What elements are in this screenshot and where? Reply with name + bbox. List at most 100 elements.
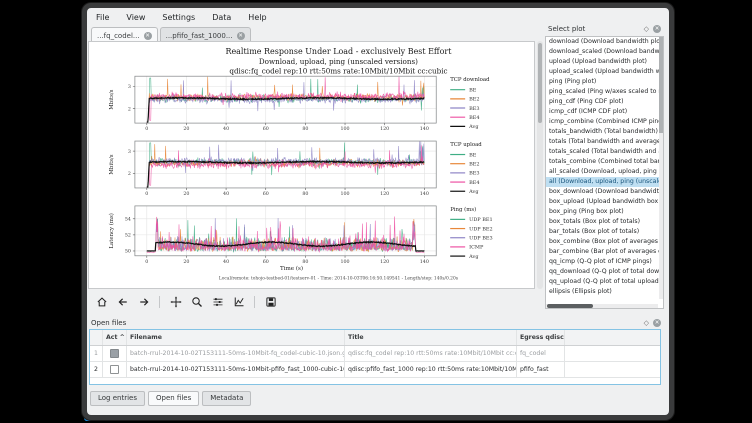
svg-text:BE4: BE4 <box>469 180 479 186</box>
plot-list-item-totals[interactable]: totals (Total bandwidth and average ping… <box>546 137 663 147</box>
menu-item-data[interactable]: Data <box>210 12 233 23</box>
svg-text:Avg: Avg <box>468 254 479 260</box>
menu-item-settings[interactable]: Settings <box>160 12 197 23</box>
active-checkbox[interactable] <box>110 365 119 374</box>
svg-text:BE3: BE3 <box>469 171 479 177</box>
plot-list-item-ellipsis[interactable]: ellipsis (Ellipsis plot) <box>546 287 663 297</box>
svg-text:100: 100 <box>340 259 349 265</box>
svg-text:BE: BE <box>469 152 477 158</box>
svg-text:Realtime Response Under Load -: Realtime Response Under Load - exclusive… <box>225 47 452 56</box>
svg-text:BE2: BE2 <box>469 161 479 167</box>
undock-icon[interactable]: ◇ <box>644 25 649 33</box>
select-plot-hscrollbar-thumb[interactable] <box>547 304 593 308</box>
svg-text:0: 0 <box>145 191 148 197</box>
col-header-egress[interactable]: Egress qdisc <box>517 330 565 345</box>
plot-scrollbar-thumb[interactable] <box>538 43 542 123</box>
toolbar-save-button[interactable] <box>262 295 279 310</box>
plot-list-item-box_totals[interactable]: box_totals (Box plot of totals) <box>546 217 663 227</box>
title-cell: qdisc:fq_codel rep:10 rtt:50ms rate:10Mb… <box>345 346 517 361</box>
tab-close-icon[interactable]: ✕ <box>144 32 152 40</box>
plot-list-item-upload_scaled[interactable]: upload_scaled (Upload bandwidth w/axes s… <box>546 67 663 77</box>
svg-text:Local/remote: tohojo-testbed-0: Local/remote: tohojo-testbed-01/testserv… <box>219 277 459 282</box>
toolbar-pan-button[interactable] <box>167 295 184 310</box>
undock-icon[interactable]: ◇ <box>644 319 649 327</box>
svg-text:100: 100 <box>340 126 349 132</box>
open-files-header: Open files ◇ ✕ <box>87 316 665 329</box>
plot-list-item-totals_combine[interactable]: totals_combine (Combined total bandwidth… <box>546 157 663 167</box>
plot-list-item-ping_cdf[interactable]: ping_cdf (Ping CDF plot) <box>546 97 663 107</box>
customize-icon <box>233 296 245 308</box>
open-files-row-1[interactable]: 1batch-rrul-2014-10-02T153111-50ms-10Mbi… <box>90 346 660 362</box>
svg-text:BE2: BE2 <box>469 97 479 103</box>
menu-item-help[interactable]: Help <box>246 12 268 23</box>
svg-text:Mbits/s: Mbits/s <box>109 89 115 109</box>
plot-list-item-totals_bandwidth[interactable]: totals_bandwidth (Total bandwidth) <box>546 127 663 137</box>
svg-text:20: 20 <box>183 259 189 265</box>
bottom-tab-open-files[interactable]: Open files <box>148 391 199 406</box>
bottom-tab-metadata[interactable]: Metadata <box>202 391 251 406</box>
close-icon[interactable]: ✕ <box>653 25 661 33</box>
plot-list-item-bar_combine[interactable]: bar_combine (Bar plot of averages of sev… <box>546 247 663 257</box>
plot-list-item-upload[interactable]: upload (Upload bandwidth plot) <box>546 57 663 67</box>
svg-text:20: 20 <box>183 126 189 132</box>
plot-toolbar <box>93 293 279 311</box>
pan-icon <box>170 296 182 308</box>
zoom-icon <box>191 296 203 308</box>
plot-list-item-icmp_cdf[interactable]: icmp_cdf (ICMP CDF plot) <box>546 107 663 117</box>
select-plot-vscrollbar-thumb[interactable] <box>659 37 663 133</box>
toolbar-subplots-button[interactable] <box>209 295 226 310</box>
plot-list-item-box_combine[interactable]: box_combine (Box plot of averages of sev… <box>546 237 663 247</box>
plot-list-item-box_download[interactable]: box_download (Download bandwidth box plo… <box>546 187 663 197</box>
subplot-2: 020406080100120140505254Latency (ms)Ping… <box>108 206 493 265</box>
plot-figure: Realtime Response Under Load - exclusive… <box>89 42 534 288</box>
plot-list-item-all[interactable]: all (Download, upload, ping (unscaled ve… <box>546 177 663 187</box>
select-plot-hscrollbar[interactable] <box>546 304 658 308</box>
plot-list-item-qq_icmp[interactable]: qq_icmp (Q-Q plot of ICMP pings) <box>546 257 663 267</box>
svg-text:BE4: BE4 <box>469 115 479 121</box>
toolbar-back-button[interactable] <box>114 295 131 310</box>
svg-text:60: 60 <box>263 191 269 197</box>
plot-scrollbar[interactable] <box>537 41 543 289</box>
toolbar-home-button[interactable] <box>93 295 110 310</box>
tab-close-icon[interactable]: ✕ <box>237 32 245 40</box>
col-header-filename[interactable]: Filename <box>127 330 345 345</box>
bottom-tab-log-entries[interactable]: Log entries <box>90 391 145 406</box>
svg-text:UDP BE3: UDP BE3 <box>469 236 493 242</box>
forward-icon <box>138 296 150 308</box>
open-files-row-2[interactable]: 2 batch-rrul-2014-10-02T153111-50ms-10Mbi… <box>90 362 660 378</box>
plot-list-item-icmp_combine[interactable]: icmp_combine (Combined ICMP ping plot) <box>546 117 663 127</box>
plot-list-item-box_ping[interactable]: box_ping (Ping box plot) <box>546 207 663 217</box>
plot-list-item-totals_scaled[interactable]: totals_scaled (Total bandwidth and avera… <box>546 147 663 157</box>
plot-list-item-box_upload[interactable]: box_upload (Upload bandwidth box plot) <box>546 197 663 207</box>
menu-item-file[interactable]: File <box>94 12 111 23</box>
svg-text:54: 54 <box>125 216 131 222</box>
plot-list-item-ping[interactable]: ping (Ping plot) <box>546 77 663 87</box>
row-number: 1 <box>90 346 103 361</box>
plot-list-item-qq_download[interactable]: qq_download (Q-Q plot of total download … <box>546 267 663 277</box>
plot-list-item-download[interactable]: download (Download bandwidth plot) <box>546 37 663 47</box>
col-header-act[interactable]: Act ^ <box>103 330 127 345</box>
svg-text:120: 120 <box>380 191 389 197</box>
active-checkbox[interactable] <box>110 349 119 358</box>
filename-cell: batch-rrul-2014-10-02T153111-50ms-10Mbit… <box>127 362 345 377</box>
app-window: FileViewSettingsDataHelp ...fq_codel...✕… <box>82 3 674 420</box>
menu-item-view[interactable]: View <box>124 12 147 23</box>
svg-text:140: 140 <box>420 259 429 265</box>
toolbar-forward-button[interactable] <box>135 295 152 310</box>
close-icon[interactable]: ✕ <box>653 319 661 327</box>
toolbar-zoom-button[interactable] <box>188 295 205 310</box>
plot-list-item-all_scaled[interactable]: all_scaled (Download, upload, ping (scal… <box>546 167 663 177</box>
plot-list-item-bar_totals[interactable]: bar_totals (Box plot of totals) <box>546 227 663 237</box>
plot-list-item-qq_upload[interactable]: qq_upload (Q-Q plot of total upload band… <box>546 277 663 287</box>
row-number: 2 <box>90 362 103 377</box>
subplot-1: 02040608010012014023Mbits/sTCP uploadBEB… <box>109 141 482 197</box>
plot-list-item-ping_scaled[interactable]: ping_scaled (Ping w/axes scaled to remov… <box>546 87 663 97</box>
toolbar-customize-button[interactable] <box>230 295 247 310</box>
svg-text:40: 40 <box>223 126 229 132</box>
col-header-title[interactable]: Title <box>345 330 517 345</box>
home-icon <box>96 296 108 308</box>
svg-text:Avg: Avg <box>468 124 479 130</box>
select-plot-vscrollbar[interactable] <box>659 37 663 299</box>
toolbar-separator <box>254 296 255 308</box>
plot-list-item-download_scaled[interactable]: download_scaled (Download bandwidth w/ax… <box>546 47 663 57</box>
